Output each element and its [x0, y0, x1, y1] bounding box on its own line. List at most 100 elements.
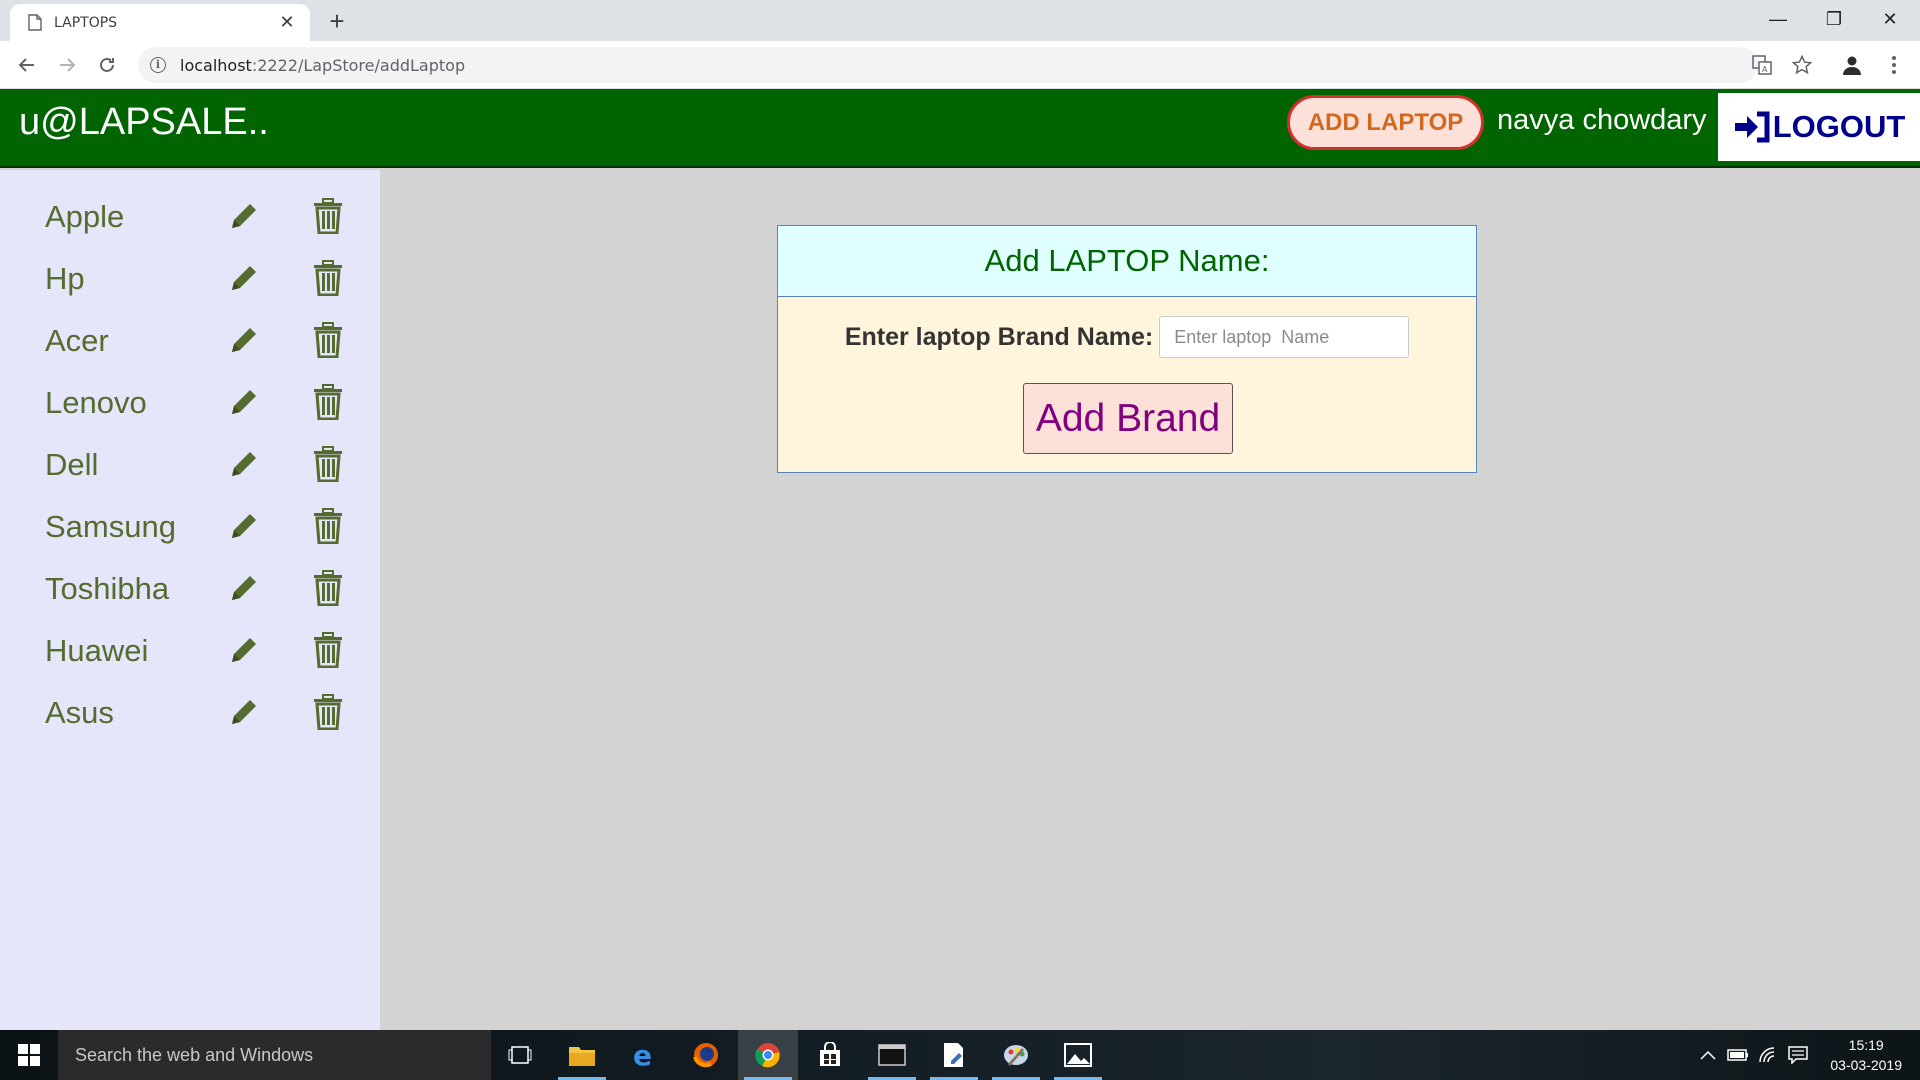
- user-name: navya chowdary: [1497, 104, 1707, 136]
- profile-avatar-icon[interactable]: [1840, 53, 1864, 77]
- palette-icon: [1004, 1045, 1028, 1066]
- close-window-button[interactable]: ✕: [1862, 0, 1918, 38]
- trash-icon[interactable]: [312, 694, 344, 730]
- chrome-app[interactable]: [738, 1030, 798, 1080]
- browser-toolbar: i localhost:2222/LapStore/addLaptop A: [0, 41, 1920, 89]
- chrome-icon: [755, 1043, 780, 1068]
- url-path: :2222/LapStore/addLaptop: [251, 55, 466, 75]
- brand-name-label: Enter laptop Brand Name:: [844, 322, 1154, 351]
- brand-name[interactable]: Asus: [45, 695, 114, 731]
- add-laptop-form-panel: Add LAPTOP Name: Enter laptop Brand Name…: [777, 225, 1477, 473]
- firefox-app[interactable]: [676, 1030, 736, 1080]
- translate-icon[interactable]: A: [1750, 53, 1774, 77]
- task-view-icon: [508, 1046, 532, 1064]
- list-item: Apple: [0, 186, 380, 248]
- trash-icon[interactable]: [312, 322, 344, 358]
- list-item: Lenovo: [0, 372, 380, 434]
- trash-icon[interactable]: [312, 446, 344, 482]
- file-explorer-app[interactable]: [552, 1030, 612, 1080]
- tab-close-icon[interactable]: ✕: [276, 12, 298, 33]
- store-app[interactable]: [800, 1030, 860, 1080]
- list-item: Dell: [0, 434, 380, 496]
- list-item: Huawei: [0, 620, 380, 682]
- brand-name[interactable]: Samsung: [45, 509, 176, 545]
- logout-button[interactable]: LOGOUT: [1718, 93, 1920, 161]
- chevron-up-icon[interactable]: [1696, 1043, 1720, 1067]
- taskbar-clock[interactable]: 15:19 03-03-2019: [1830, 1035, 1902, 1075]
- address-bar[interactable]: i localhost:2222/LapStore/addLaptop: [138, 47, 1758, 83]
- terminal-icon: [878, 1044, 906, 1066]
- trash-icon[interactable]: [312, 384, 344, 420]
- add-brand-button[interactable]: Add Brand: [1023, 383, 1233, 454]
- document-icon: [28, 14, 42, 31]
- pencil-icon[interactable]: [226, 694, 262, 730]
- trash-icon[interactable]: [312, 632, 344, 668]
- svg-text:e: e: [633, 1042, 652, 1068]
- brand-name[interactable]: Acer: [45, 323, 109, 359]
- browser-tabstrip: LAPTOPS ✕ + — ❐ ✕: [0, 0, 1920, 41]
- back-button[interactable]: [11, 49, 43, 81]
- restore-button[interactable]: ❐: [1806, 0, 1862, 38]
- taskbar-search[interactable]: Search the web and Windows: [58, 1030, 491, 1080]
- brand-name[interactable]: Huawei: [45, 633, 148, 669]
- edge-app[interactable]: e: [614, 1030, 674, 1080]
- pencil-icon[interactable]: [226, 198, 262, 234]
- pencil-icon[interactable]: [226, 260, 262, 296]
- forward-arrow-icon: [60, 58, 76, 72]
- brand-name-input[interactable]: [1159, 316, 1410, 358]
- brand-name[interactable]: Lenovo: [45, 385, 147, 421]
- url-host: localhost: [180, 55, 252, 75]
- store-bag-icon: [820, 1042, 840, 1066]
- brand-name[interactable]: Dell: [45, 447, 98, 483]
- pencil-icon[interactable]: [226, 508, 262, 544]
- clock-date: 03-03-2019: [1830, 1057, 1902, 1073]
- brand-name[interactable]: Apple: [45, 199, 124, 235]
- photos-icon: [1064, 1043, 1092, 1067]
- pencil-icon[interactable]: [226, 570, 262, 606]
- browser-tab[interactable]: LAPTOPS ✕: [10, 4, 310, 41]
- brand-name[interactable]: Toshibha: [45, 571, 169, 607]
- add-laptop-button[interactable]: ADD LAPTOP: [1287, 95, 1484, 150]
- back-arrow-icon: [18, 58, 34, 72]
- list-item: Hp: [0, 248, 380, 310]
- photos-app[interactable]: [1048, 1030, 1108, 1080]
- list-item: Acer: [0, 310, 380, 372]
- terminal-app[interactable]: [862, 1030, 922, 1080]
- reload-button[interactable]: [91, 49, 123, 81]
- minimize-button[interactable]: —: [1750, 0, 1806, 38]
- wifi-icon[interactable]: [1756, 1043, 1780, 1067]
- firefox-icon: [693, 1043, 718, 1068]
- folder-icon: [569, 1047, 595, 1066]
- brand-name-row: Enter laptop Brand Name:: [778, 316, 1476, 358]
- form-title: Add LAPTOP Name:: [778, 226, 1476, 297]
- menu-dots-icon[interactable]: [1882, 53, 1906, 77]
- paint-app[interactable]: [986, 1030, 1046, 1080]
- windows-logo-icon: [18, 1044, 40, 1066]
- pencil-icon[interactable]: [226, 322, 262, 358]
- new-tab-button[interactable]: +: [322, 6, 352, 36]
- list-item: Toshibha: [0, 558, 380, 620]
- notification-icon[interactable]: [1786, 1043, 1810, 1067]
- site-info-icon[interactable]: i: [150, 57, 166, 73]
- start-button[interactable]: [0, 1030, 58, 1080]
- list-item: Asus: [0, 682, 380, 744]
- trash-icon[interactable]: [312, 508, 344, 544]
- document-edit-icon: [944, 1043, 963, 1067]
- document-app[interactable]: [924, 1030, 984, 1080]
- pencil-icon[interactable]: [226, 632, 262, 668]
- brand-logo-text[interactable]: u@LAPSALE..: [19, 101, 269, 144]
- pencil-icon[interactable]: [226, 384, 262, 420]
- trash-icon[interactable]: [312, 570, 344, 606]
- pencil-icon[interactable]: [226, 446, 262, 482]
- svg-text:A: A: [1762, 65, 1768, 74]
- brand-name[interactable]: Hp: [45, 261, 85, 297]
- clock-time: 15:19: [1848, 1037, 1884, 1053]
- trash-icon[interactable]: [312, 260, 344, 296]
- trash-icon[interactable]: [312, 198, 344, 234]
- logout-icon: [1734, 111, 1770, 143]
- battery-icon[interactable]: [1726, 1043, 1750, 1067]
- forward-button[interactable]: [51, 49, 83, 81]
- taskbar-search-placeholder: Search the web and Windows: [75, 1044, 314, 1065]
- bookmark-star-icon[interactable]: [1790, 53, 1814, 77]
- task-view-button[interactable]: [490, 1030, 550, 1080]
